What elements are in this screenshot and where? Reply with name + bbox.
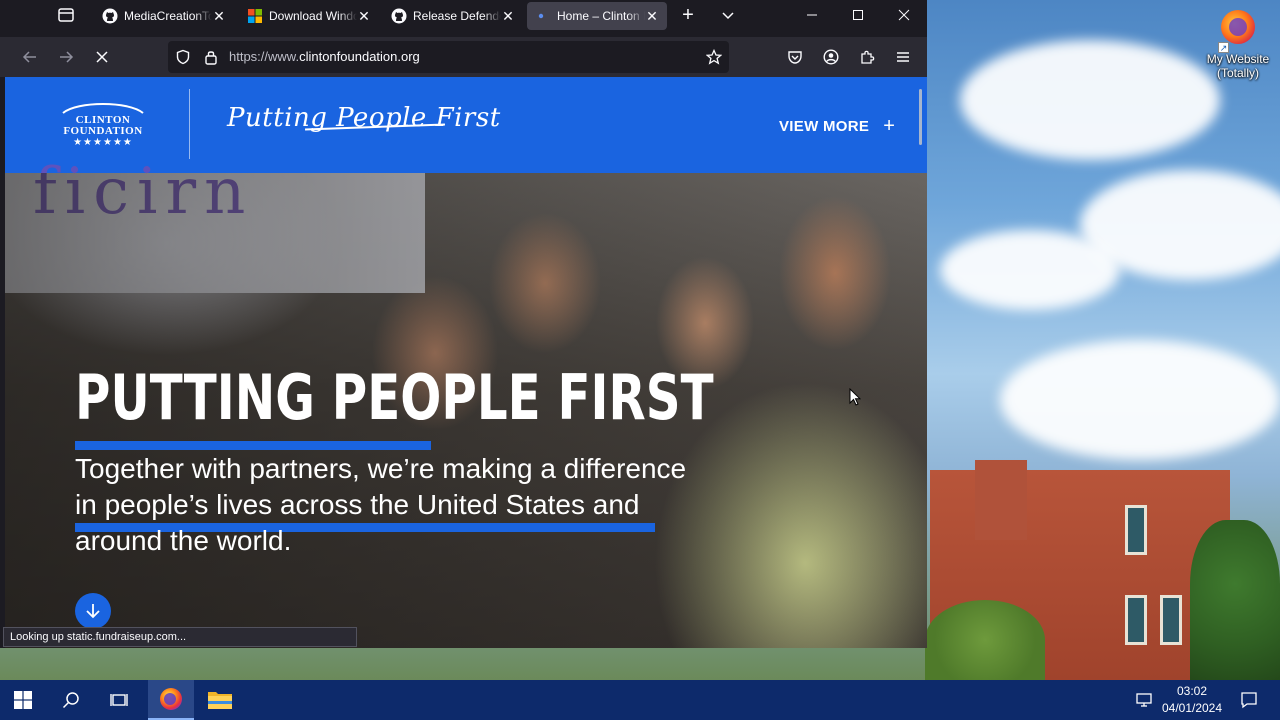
back-arrow-icon	[22, 51, 36, 63]
close-icon	[898, 9, 910, 21]
stop-icon	[96, 51, 108, 63]
extensions-icon[interactable]	[855, 45, 879, 69]
scrollbar-thumb[interactable]	[919, 89, 922, 145]
new-tab-button[interactable]: +	[666, 0, 710, 30]
pocket-icon[interactable]	[783, 45, 807, 69]
tab-title: Home – Clinton Foundation	[557, 9, 645, 23]
tab-title: MediaCreationTool	[124, 9, 212, 23]
start-button[interactable]	[0, 680, 46, 720]
hero-subtitle: Together with partners, we’re making a d…	[75, 453, 687, 556]
maximize-icon	[853, 10, 863, 20]
close-tab-icon[interactable]: ✕	[645, 8, 659, 25]
hero-title-accent-bar	[75, 441, 431, 450]
browser-window: MediaCreationTool ✕ Download Windows ✕ R…	[0, 0, 927, 648]
desktop-shortcut-label: My Website (Totally)	[1206, 52, 1270, 80]
url-host: clintonfoundation.org	[299, 49, 420, 64]
logo-swoosh-icon	[62, 103, 144, 114]
plus-icon: +	[883, 115, 896, 137]
tab-title: Release Defender	[413, 9, 501, 23]
minimize-icon	[807, 14, 817, 16]
firefox-icon	[160, 688, 182, 710]
list-all-tabs-button[interactable]	[708, 0, 748, 30]
view-more-label: VIEW MORE	[779, 118, 870, 135]
chimney	[975, 460, 1027, 540]
firefox-icon	[1221, 10, 1255, 44]
task-view-button[interactable]	[96, 680, 142, 720]
forward-arrow-icon	[60, 51, 74, 63]
hero-section: ficirn PUTTING PEOPLE FIRST Together wit…	[5, 155, 927, 648]
firefox-view-icon	[58, 8, 74, 22]
close-tab-icon[interactable]: ✕	[212, 8, 226, 25]
account-icon[interactable]	[819, 45, 843, 69]
header-tagline: Putting People First	[227, 103, 501, 133]
url-prefix: https://www.	[229, 49, 300, 64]
address-bar[interactable]: https://www.clintonfoundation.org	[168, 41, 729, 73]
windows-start-icon	[14, 691, 32, 709]
scroll-down-button[interactable]	[75, 593, 111, 629]
taskbar-clock[interactable]: 03:02 04/01/2024	[1160, 683, 1224, 717]
header-divider	[189, 89, 190, 159]
tab-release-defender[interactable]: Release Defender ✕	[383, 2, 523, 30]
tab-bar: MediaCreationTool ✕ Download Windows ✕ R…	[0, 0, 927, 30]
tab-mediacreationtool[interactable]: MediaCreationTool ✕	[94, 2, 234, 30]
web-page-content: CLINTON FOUNDATION ★★★★★★ Putting People…	[5, 77, 927, 648]
house-window	[1125, 505, 1147, 555]
hamburger-menu-icon[interactable]	[891, 45, 915, 69]
navigation-toolbar: https://www.clintonfoundation.org	[0, 37, 927, 77]
loading-dot-icon	[535, 8, 551, 24]
arrow-down-icon	[86, 604, 100, 619]
cloud	[960, 40, 1220, 160]
lock-icon[interactable]	[199, 45, 223, 69]
github-icon	[391, 8, 407, 24]
back-button[interactable]	[16, 43, 44, 71]
taskbar-file-explorer[interactable]	[197, 680, 243, 720]
view-more-button[interactable]: VIEW MORE +	[779, 115, 895, 138]
network-icon	[1136, 693, 1152, 707]
forward-button[interactable]	[52, 43, 80, 71]
house-window	[1125, 595, 1147, 645]
search-icon	[62, 692, 79, 709]
cloud	[940, 230, 1120, 310]
taskbar-firefox[interactable]	[148, 680, 194, 720]
shrub	[925, 600, 1045, 680]
clock-date: 04/01/2024	[1161, 701, 1223, 715]
tab-download-windows[interactable]: Download Windows ✕	[239, 2, 379, 30]
chevron-down-icon	[722, 12, 734, 20]
house-window	[1160, 595, 1182, 645]
status-panel: Looking up static.fundraiseup.com...	[3, 627, 357, 647]
windows-icon	[247, 8, 263, 24]
maximize-button[interactable]	[835, 0, 881, 30]
logo-stars: ★★★★★★	[73, 137, 133, 148]
bookmark-star-icon[interactable]	[702, 45, 726, 69]
mouse-cursor-icon	[849, 388, 861, 406]
logo-line2: FOUNDATION	[63, 125, 143, 137]
plus-icon: +	[682, 3, 694, 26]
tracking-protection-shield-icon[interactable]	[171, 45, 195, 69]
search-button[interactable]	[48, 680, 94, 720]
close-tab-icon[interactable]: ✕	[357, 8, 371, 25]
hero-title: PUTTING PEOPLE FIRST	[75, 361, 714, 434]
minimize-button[interactable]	[789, 0, 835, 30]
trees	[1190, 520, 1280, 680]
tab-title: Download Windows	[269, 9, 357, 23]
stop-loading-button[interactable]	[88, 43, 116, 71]
desktop-shortcut-my-website[interactable]: ↗ My Website (Totally)	[1204, 10, 1272, 80]
clinton-foundation-logo[interactable]: CLINTON FOUNDATION ★★★★★★	[57, 99, 149, 151]
clock-time: 03:02	[1176, 684, 1208, 698]
tab-clinton-foundation[interactable]: Home – Clinton Foundation ✕	[527, 2, 667, 30]
notification-icon	[1241, 692, 1257, 709]
shortcut-arrow-icon: ↗	[1218, 42, 1229, 53]
close-window-button[interactable]	[881, 0, 927, 30]
close-tab-icon[interactable]: ✕	[501, 8, 515, 25]
task-view-icon	[110, 694, 128, 706]
taskbar: 03:02 04/01/2024	[0, 680, 1280, 720]
folder-icon	[208, 692, 232, 709]
firefox-view-button[interactable]	[52, 4, 80, 26]
url-text[interactable]: https://www.clintonfoundation.org	[229, 49, 420, 64]
notifications-button[interactable]	[1226, 680, 1272, 720]
cloud	[1000, 340, 1280, 460]
github-icon	[102, 8, 118, 24]
